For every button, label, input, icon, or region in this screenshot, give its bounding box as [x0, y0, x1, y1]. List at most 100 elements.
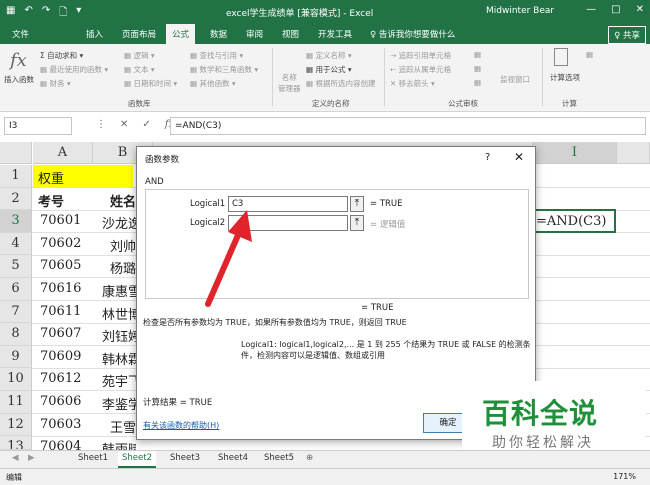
- cell-b[interactable]: 沙龙逸: [102, 210, 136, 232]
- cell-a[interactable]: 70611: [40, 301, 81, 323]
- cell-a1[interactable]: 权重: [38, 165, 64, 187]
- new-file-icon[interactable]: 🗋: [59, 5, 67, 22]
- minimize-button[interactable]: —: [586, 4, 596, 15]
- sheet-tab[interactable]: Sheet1: [78, 453, 108, 463]
- cell-b[interactable]: 李鉴学: [102, 391, 136, 413]
- enter-icon[interactable]: ✓: [142, 119, 150, 130]
- row-header[interactable]: 11: [0, 391, 32, 414]
- cell-a[interactable]: 70602: [40, 233, 81, 255]
- column-header-j[interactable]: [617, 142, 650, 164]
- name-box[interactable]: I3: [4, 117, 72, 135]
- help-link[interactable]: 有关该函数的帮助(H): [143, 420, 219, 431]
- row-header[interactable]: 5: [0, 255, 32, 278]
- show-formulas-icon[interactable]: ▦: [474, 50, 481, 59]
- tab-review[interactable]: 审阅: [246, 28, 263, 40]
- row-header[interactable]: 8: [0, 323, 32, 346]
- collapse-dialog-button[interactable]: ⤒: [350, 196, 364, 212]
- row-header[interactable]: 9: [0, 345, 32, 369]
- formula-input[interactable]: =AND(C3): [170, 117, 646, 135]
- tab-formulas[interactable]: 公式: [166, 24, 196, 44]
- zoom-level[interactable]: 171%: [613, 472, 636, 481]
- trace-precedents-button[interactable]: ⇢ 追踪引用单元格: [390, 50, 451, 61]
- cell-b[interactable]: 刘钰婷: [102, 323, 136, 345]
- cell-b[interactable]: 刘帅: [110, 233, 136, 255]
- collapse-dialog-button[interactable]: ⤒: [350, 215, 364, 231]
- row-header[interactable]: 7: [0, 300, 32, 324]
- column-header-a[interactable]: A: [33, 142, 93, 164]
- select-all-corner[interactable]: [0, 142, 32, 164]
- cell-b[interactable]: 苑宇飞: [102, 368, 136, 390]
- watch-window-button[interactable]: 监视窗口: [500, 74, 530, 85]
- sheet-tab[interactable]: Sheet4: [218, 453, 248, 463]
- evaluate-formula-icon[interactable]: ▦: [474, 78, 481, 87]
- cell-a[interactable]: 70609: [40, 346, 81, 368]
- row-header[interactable]: 4: [0, 232, 32, 256]
- financial-button[interactable]: ▦ 财务 ▾: [40, 78, 71, 89]
- insert-function-icon[interactable]: fx: [10, 50, 27, 71]
- math-trig-button[interactable]: ▦ 数学和三角函数 ▾: [190, 64, 258, 75]
- save-icon[interactable]: ▦: [6, 5, 15, 22]
- cell-a[interactable]: 70607: [40, 323, 81, 345]
- cell-b[interactable]: 林世博: [102, 301, 136, 323]
- active-cell-i3[interactable]: =AND(C3): [532, 209, 616, 233]
- cell-a2[interactable]: 考号: [38, 188, 64, 210]
- column-header-i[interactable]: I: [533, 142, 617, 164]
- cell-b[interactable]: 韩林霖: [102, 346, 136, 368]
- logical-button[interactable]: ▦ 逻辑 ▾: [124, 50, 155, 61]
- next-sheet-icon[interactable]: ▶: [28, 453, 35, 463]
- customize-qa-icon[interactable]: ▾: [76, 5, 81, 22]
- cell-a[interactable]: 70616: [40, 278, 81, 300]
- row-header[interactable]: 6: [0, 278, 32, 301]
- row-header[interactable]: 10: [0, 368, 32, 391]
- date-time-button[interactable]: ▦ 日期和时间 ▾: [124, 78, 177, 89]
- user-name[interactable]: Midwinter Bear: [486, 6, 554, 16]
- maximize-button[interactable]: □: [611, 4, 620, 15]
- cell-a[interactable]: 70603: [40, 414, 81, 436]
- undo-icon[interactable]: ↶: [24, 5, 32, 22]
- prev-sheet-icon[interactable]: ◀: [12, 453, 19, 463]
- share-button[interactable]: ♀ 共享: [608, 26, 646, 44]
- error-checking-icon[interactable]: ▦: [474, 64, 481, 73]
- lookup-reference-button[interactable]: ▦ 查找与引用 ▾: [190, 50, 243, 61]
- create-from-selection-button[interactable]: ▦ 根据所选内容创建: [306, 78, 375, 89]
- tab-data[interactable]: 数据: [210, 28, 227, 40]
- cell-b[interactable]: 韩雨晴: [102, 436, 136, 450]
- help-icon[interactable]: ?: [485, 152, 490, 163]
- redo-icon[interactable]: ↷: [42, 5, 50, 22]
- cell-a[interactable]: 70604: [40, 436, 81, 450]
- cell-b2[interactable]: 姓名: [110, 188, 136, 210]
- cell-a[interactable]: 70612: [40, 368, 81, 390]
- row-header[interactable]: 2: [0, 187, 32, 211]
- text-button[interactable]: ▦ 文本 ▾: [124, 64, 155, 75]
- more-functions-button[interactable]: ▦ 其他函数 ▾: [190, 78, 236, 89]
- tab-file[interactable]: 文件: [12, 28, 29, 40]
- cell-a[interactable]: 70606: [40, 391, 81, 413]
- row-header[interactable]: 13: [0, 436, 32, 451]
- tell-me-search[interactable]: ♀ 告诉我你想要做什么: [370, 28, 455, 40]
- define-name-button[interactable]: ▦ 定义名称 ▾: [306, 50, 352, 61]
- close-button[interactable]: ✕: [636, 4, 644, 15]
- insert-function-button[interactable]: 插入函数: [4, 74, 34, 85]
- row-header[interactable]: 1: [0, 165, 32, 188]
- use-in-formula-button[interactable]: ▦ 用于公式 ▾: [306, 64, 352, 75]
- sheet-tab-active[interactable]: Sheet2: [118, 451, 156, 468]
- row-header[interactable]: 12: [0, 413, 32, 437]
- cell-a[interactable]: 70605: [40, 255, 81, 277]
- trace-dependents-button[interactable]: ⇠ 追踪从属单元格: [390, 64, 451, 75]
- cell-a[interactable]: 70601: [40, 210, 81, 232]
- tab-page-layout[interactable]: 页面布局: [122, 28, 156, 40]
- recent-functions-button[interactable]: ▦ 最近使用的函数 ▾: [40, 64, 108, 75]
- tab-view[interactable]: 视图: [282, 28, 299, 40]
- name-manager-button[interactable]: 名称 管理器: [278, 72, 301, 94]
- cell-b[interactable]: 杨璐: [110, 255, 136, 277]
- add-sheet-icon[interactable]: ⊕: [306, 453, 313, 463]
- close-icon[interactable]: ✕: [514, 150, 524, 164]
- row-header[interactable]: 3: [0, 210, 32, 233]
- sheet-tab[interactable]: Sheet3: [170, 453, 200, 463]
- calc-now-icon[interactable]: ▦: [586, 50, 593, 59]
- cell-b[interactable]: 康惠雪: [102, 278, 136, 300]
- remove-arrows-button[interactable]: ✕ 移去箭头 ▾: [390, 78, 435, 89]
- sheet-tab[interactable]: Sheet5: [264, 453, 294, 463]
- tab-insert[interactable]: 插入: [86, 28, 103, 40]
- calc-options-button[interactable]: 计算选项: [550, 72, 580, 83]
